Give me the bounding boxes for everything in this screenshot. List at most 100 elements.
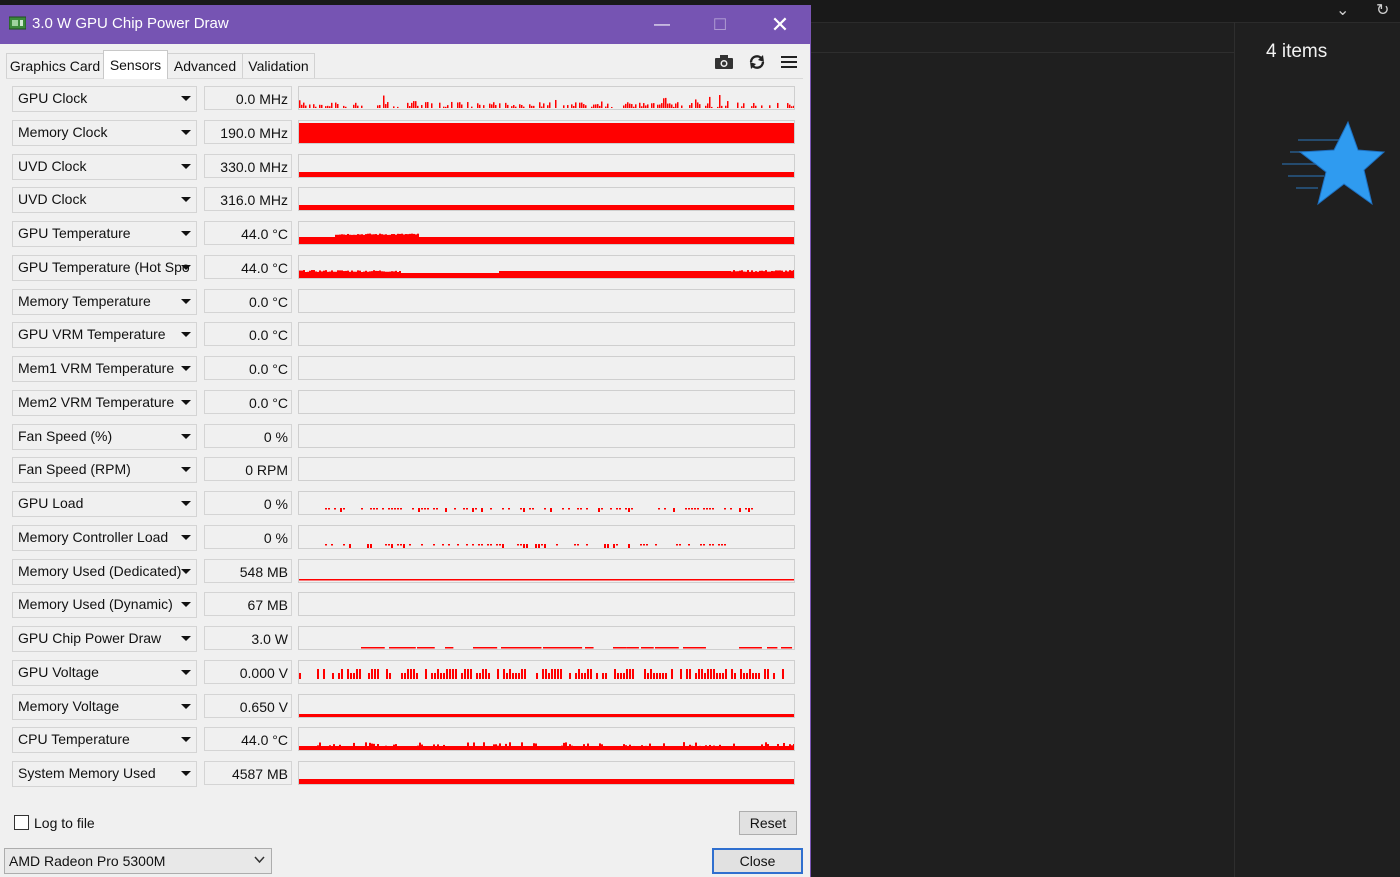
sensor-graph: [298, 592, 795, 617]
chevron-down-icon[interactable]: ⌄: [1336, 0, 1349, 20]
sensor-graph-plot: [299, 95, 794, 108]
graphics-card-select[interactable]: AMD Radeon Pro 5300M: [4, 848, 272, 874]
dropdown-arrow-icon: [181, 501, 191, 506]
sensor-graph-plot: [299, 357, 794, 379]
dropdown-arrow-icon: [181, 433, 191, 439]
sensor-graph-plot: [299, 593, 794, 615]
sensor-name-select[interactable]: GPU VRM Temperature: [12, 322, 197, 349]
reset-button[interactable]: Reset: [739, 811, 797, 835]
sensor-graph-plot: [299, 233, 794, 244]
sensor-graph: [298, 254, 795, 279]
sensor-name: GPU VRM Temperature: [18, 326, 166, 343]
dropdown-arrow-icon: [181, 96, 191, 101]
sensor-name-select[interactable]: Memory Voltage: [12, 693, 197, 720]
sensor-value: 4587 MB: [204, 761, 292, 785]
dropdown-arrow-icon: [181, 737, 191, 743]
sensor-value: 0.650 V: [204, 693, 292, 718]
sensor-name: UVD Clock: [18, 157, 87, 174]
minimize-button[interactable]: —: [639, 5, 685, 44]
sensor-value: 67 MB: [204, 592, 292, 617]
minimize-icon: —: [654, 15, 670, 33]
sensor-graph: [298, 457, 795, 482]
sensor-graph: [298, 524, 795, 549]
sensor-value: 0.0 °C: [204, 389, 292, 414]
sensor-name-select[interactable]: GPU Load: [12, 491, 197, 517]
sensor-graph: [298, 86, 795, 110]
close-window-button[interactable]: ✕: [757, 5, 803, 44]
refresh-icon[interactable]: [746, 53, 768, 71]
tab-validation[interactable]: Validation: [242, 53, 315, 78]
sensor-name-select[interactable]: Memory Controller Load: [12, 524, 197, 551]
sensor-value: 0 %: [204, 423, 292, 448]
sensor-name-select[interactable]: Fan Speed (RPM): [12, 457, 197, 484]
sensor-graph-plot: [299, 458, 794, 480]
sensor-name-select[interactable]: Mem2 VRM Temperature: [12, 389, 197, 416]
sensor-name-select[interactable]: System Memory Used: [12, 761, 197, 787]
sensor-name: System Memory Used: [18, 765, 156, 781]
sensor-graph-plot: [299, 171, 794, 177]
star-icon: [1282, 120, 1386, 206]
sensor-name-select[interactable]: GPU Voltage: [12, 659, 197, 686]
sensor-graph-plot: [299, 668, 784, 679]
sensor-name: GPU Temperature: [18, 225, 131, 241]
tab-advanced[interactable]: Advanced: [167, 53, 243, 78]
sensor-name-select[interactable]: GPU Clock: [12, 86, 197, 112]
sensor-graph: [298, 626, 795, 650]
tab-graphics-card[interactable]: Graphics Card: [6, 53, 104, 78]
sensor-value: 0 %: [204, 524, 292, 549]
sensor-name-select[interactable]: Memory Clock: [12, 119, 197, 146]
sensor-graph-plot: [299, 742, 794, 751]
log-to-file-label: Log to file: [34, 815, 95, 831]
sensor-graph-plot: [325, 543, 726, 548]
sensor-value: 0.0 °C: [204, 356, 292, 380]
sensor-value: 44.0 °C: [204, 727, 292, 752]
menu-icon[interactable]: [778, 53, 800, 71]
sensor-graph: [298, 693, 795, 718]
sensor-graph-plot: [299, 290, 794, 312]
sensor-name-select[interactable]: GPU Temperature: [12, 221, 197, 247]
camera-icon[interactable]: [713, 53, 735, 71]
sensor-graph: [298, 356, 795, 380]
sensor-name-select[interactable]: GPU Chip Power Draw: [12, 626, 197, 652]
sensor-name-select[interactable]: Memory Used (Dynamic): [12, 592, 197, 619]
sensor-name-select[interactable]: UVD Clock: [12, 153, 197, 180]
sensor-graph-plot: [361, 647, 793, 649]
sensor-name: GPU Load: [18, 495, 84, 511]
sensor-graph-plot: [299, 122, 794, 143]
sensor-name-select[interactable]: Memory Temperature: [12, 288, 197, 315]
dropdown-arrow-icon: [181, 467, 191, 473]
sensor-graph: [298, 221, 795, 245]
sensor-name-select[interactable]: CPU Temperature: [12, 727, 197, 754]
sensor-graph: [298, 153, 795, 178]
gpu-card-icon: [9, 16, 26, 30]
close-button[interactable]: Close: [712, 848, 803, 874]
sensor-name: Fan Speed (RPM): [18, 461, 131, 478]
chevron-down-icon: [254, 856, 265, 864]
sensor-graph-plot: [299, 391, 794, 413]
sensor-graph-plot: [299, 779, 794, 784]
sensor-graph: [298, 491, 795, 515]
sensor-name: Fan Speed (%): [18, 427, 113, 444]
tab-sensors[interactable]: Sensors: [103, 50, 168, 79]
sensor-value: 0.0 °C: [204, 322, 292, 347]
sensor-name-select[interactable]: Memory Used (Dedicated): [12, 558, 197, 585]
dropdown-arrow-icon: [181, 703, 191, 709]
log-to-file-checkbox[interactable]: [14, 815, 29, 830]
sensor-name-select[interactable]: Mem1 VRM Temperature: [12, 356, 197, 382]
sensor-name: CPU Temperature: [18, 731, 130, 748]
sensor-name: Mem2 VRM Temperature: [18, 393, 175, 410]
refresh-icon[interactable]: ↻: [1376, 0, 1389, 20]
sensor-name-select[interactable]: GPU Temperature (Hot Spot): [12, 254, 197, 281]
sensor-name-select[interactable]: Fan Speed (%): [12, 423, 197, 450]
sensor-graph: [298, 659, 795, 684]
sensor-graph-plot: [299, 269, 794, 278]
maximize-button[interactable]: ☐: [697, 5, 743, 44]
sensor-name: Mem1 VRM Temperature: [18, 360, 175, 376]
sensor-value: 0 %: [204, 491, 292, 515]
sensor-name: Memory Temperature: [18, 292, 151, 309]
dropdown-arrow-icon: [181, 366, 191, 371]
dropdown-arrow-icon: [181, 568, 191, 574]
sensor-name: GPU Temperature (Hot Spot): [18, 258, 190, 275]
dropdown-arrow-icon: [181, 534, 191, 540]
sensor-name-select[interactable]: UVD Clock: [12, 187, 197, 214]
